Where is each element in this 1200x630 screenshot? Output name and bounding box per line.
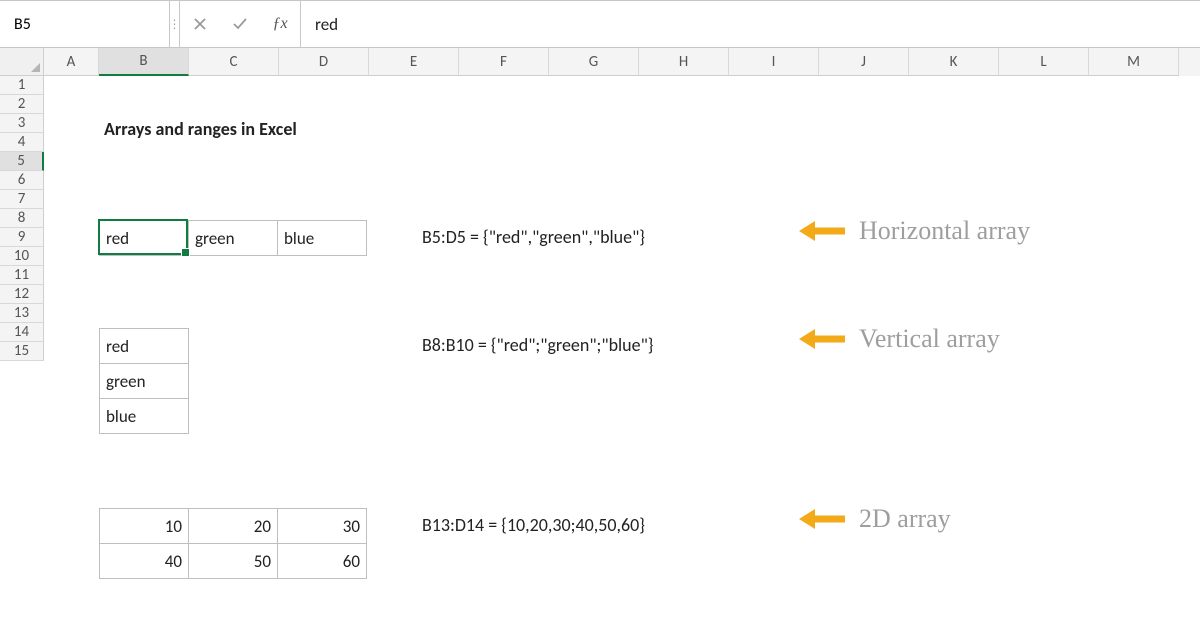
enter-formula-button[interactable] [220, 1, 260, 47]
spreadsheet-grid: A B C D E F G H I J K L M 1 2 3 4 5 6 7 … [0, 48, 1200, 616]
row-headers: 1 2 3 4 5 6 7 8 9 10 11 12 13 14 15 [0, 76, 44, 616]
annotation-horizontal-label: Horizontal array [859, 216, 1030, 246]
note-vertical: B8:B10 = {"red";"green";"blue"} [422, 334, 653, 356]
cell-B14[interactable]: 40 [99, 543, 189, 579]
column-header-J[interactable]: J [819, 48, 909, 76]
annotation-vertical-label: Vertical array [859, 324, 1000, 354]
cell-B13[interactable]: 10 [99, 508, 189, 544]
row-header-11[interactable]: 11 [0, 266, 44, 285]
row-header-6[interactable]: 6 [0, 171, 44, 190]
cell-D14[interactable]: 60 [277, 543, 367, 579]
formula-input[interactable] [301, 14, 1200, 35]
row-header-2[interactable]: 2 [0, 95, 44, 114]
grid-body-wrap: 1 2 3 4 5 6 7 8 9 10 11 12 13 14 15 Arra… [0, 76, 1200, 616]
formula-bar-grip[interactable]: ⋮ [170, 1, 180, 47]
column-header-E[interactable]: E [369, 48, 459, 76]
name-box-wrap[interactable] [0, 1, 170, 47]
row-header-12[interactable]: 12 [0, 285, 44, 304]
cancel-formula-button[interactable] [180, 1, 220, 47]
annotation-2d-label: 2D array [859, 504, 951, 534]
cell-B10[interactable]: blue [99, 398, 189, 434]
cell-D13[interactable]: 30 [277, 508, 367, 544]
column-header-B[interactable]: B [99, 48, 189, 76]
page-title: Arrays and ranges in Excel [104, 118, 297, 140]
column-header-I[interactable]: I [729, 48, 819, 76]
row-header-4[interactable]: 4 [0, 133, 44, 152]
column-header-H[interactable]: H [639, 48, 729, 76]
row-header-7[interactable]: 7 [0, 190, 44, 209]
cell-C13[interactable]: 20 [188, 508, 278, 544]
cell-B9[interactable]: green [99, 363, 189, 399]
formula-bar: ⋮ ƒx [0, 0, 1200, 48]
column-header-row: A B C D E F G H I J K L M [0, 48, 1200, 76]
column-header-M[interactable]: M [1089, 48, 1179, 76]
row-header-10[interactable]: 10 [0, 247, 44, 266]
column-header-D[interactable]: D [279, 48, 369, 76]
row-header-13[interactable]: 13 [0, 304, 44, 323]
note-horizontal: B5:D5 = {"red","green","blue"} [422, 226, 645, 248]
cell-B5[interactable]: red [99, 220, 189, 256]
note-2d: B13:D14 = {10,20,30;40,50,60} [422, 514, 645, 536]
column-header-G[interactable]: G [549, 48, 639, 76]
arrow-left-icon [799, 219, 845, 243]
formula-input-wrap [300, 1, 1200, 47]
cell-B8[interactable]: red [99, 328, 189, 364]
row-header-8[interactable]: 8 [0, 209, 44, 228]
cell-D5[interactable]: blue [277, 220, 367, 256]
column-header-K[interactable]: K [909, 48, 999, 76]
cells-area[interactable]: Arrays and ranges in Excel red green blu… [44, 76, 1200, 616]
row-header-14[interactable]: 14 [0, 323, 44, 342]
column-header-F[interactable]: F [459, 48, 549, 76]
cell-C5[interactable]: green [188, 220, 278, 256]
select-all-corner[interactable] [0, 48, 44, 76]
column-header-L[interactable]: L [999, 48, 1089, 76]
column-header-C[interactable]: C [189, 48, 279, 76]
row-header-5[interactable]: 5 [0, 152, 44, 171]
annotation-horizontal: Horizontal array [799, 216, 1030, 246]
row-header-9[interactable]: 9 [0, 228, 44, 247]
annotation-vertical: Vertical array [799, 324, 1000, 354]
annotation-2d: 2D array [799, 504, 951, 534]
row-header-15[interactable]: 15 [0, 342, 44, 361]
column-header-A[interactable]: A [44, 48, 99, 76]
arrow-left-icon [799, 507, 845, 531]
cell-C14[interactable]: 50 [188, 543, 278, 579]
row-header-1[interactable]: 1 [0, 76, 44, 95]
arrow-left-icon [799, 327, 845, 351]
row-header-3[interactable]: 3 [0, 114, 44, 133]
insert-function-button[interactable]: ƒx [260, 1, 300, 47]
